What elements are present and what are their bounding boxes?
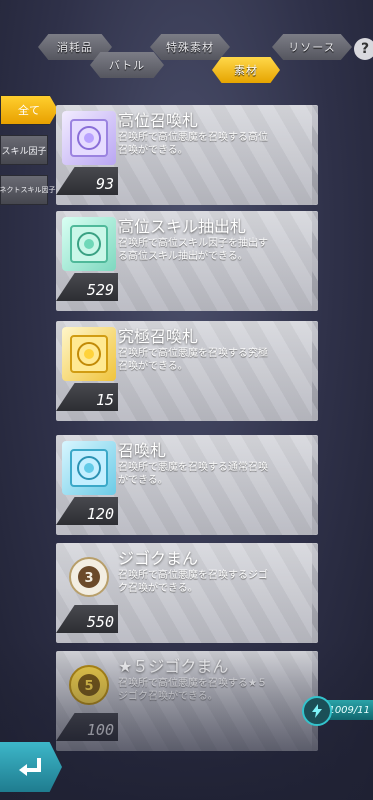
item-count-badge: 550	[56, 605, 118, 633]
item-description: 召喚所で高位悪魔を召喚する★５ジゴク召喚ができる。	[118, 678, 267, 702]
item-description: 召喚所で高位悪魔を召喚する究極召喚ができる。	[118, 348, 268, 372]
skill-extract-card-green-icon	[62, 217, 116, 271]
tab-resources[interactable]: リソース	[272, 34, 352, 60]
item-card[interactable]: 93 高位召喚札 召喚所で高位悪魔を召喚する高位召喚ができる。	[56, 105, 318, 205]
item-description: 召喚所で高位悪魔を召喚する高位召喚ができる。	[118, 132, 268, 156]
inventory-capacity: 1009/11	[302, 696, 373, 726]
back-button[interactable]	[0, 742, 62, 792]
item-card[interactable]: 3 550 ジゴクまん 召喚所で高位悪魔を召喚するジゴク召喚ができる。	[56, 543, 318, 643]
tab-battle[interactable]: バトル	[90, 52, 164, 78]
item-description: 召喚所で高位悪魔を召喚するジゴク召喚ができる。	[118, 570, 268, 594]
svg-text:3: 3	[84, 571, 93, 586]
item-name: 究極召喚札	[118, 327, 199, 346]
jigoku-bun-icon: 3	[62, 549, 116, 603]
item-card[interactable]: 120 召喚札 召喚所で悪魔を召喚する通常召喚ができる。	[56, 435, 318, 535]
item-name: ジゴクまん	[118, 549, 199, 568]
item-name: 高位スキル抽出札	[118, 217, 247, 236]
summon-card-blue-icon	[62, 441, 116, 495]
item-list: 93 高位召喚札 召喚所で高位悪魔を召喚する高位召喚ができる。 529 高位スキ…	[0, 95, 373, 800]
item-count-badge: 120	[56, 497, 118, 525]
item-card[interactable]: 5 100 ★５ジゴクまん 召喚所で高位悪魔を召喚する★５ジゴク召喚ができる。	[56, 651, 318, 751]
summon-card-gold-icon	[62, 327, 116, 381]
summon-card-purple-icon	[62, 111, 116, 165]
jigoku-bun-gold-icon: 5	[62, 657, 116, 711]
return-arrow-icon	[19, 758, 41, 776]
item-count-badge: 529	[56, 273, 118, 301]
item-count-badge: 93	[56, 167, 118, 195]
svg-text:5: 5	[84, 679, 93, 694]
help-button[interactable]: ?	[354, 38, 373, 60]
item-description: 召喚所で悪魔を召喚する通常召喚ができる。	[118, 462, 268, 486]
item-count-badge: 100	[56, 713, 118, 741]
item-card[interactable]: 15 究極召喚札 召喚所で高位悪魔を召喚する究極召喚ができる。	[56, 321, 318, 421]
tab-special-materials[interactable]: 特殊素材	[150, 34, 230, 60]
tab-materials[interactable]: 素材	[212, 57, 280, 83]
lightning-icon	[302, 696, 332, 726]
item-name: 高位召喚札	[118, 111, 199, 130]
item-count-badge: 15	[56, 383, 118, 411]
item-card[interactable]: 529 高位スキル抽出札 召喚所で高位スキル因子を抽出する高位スキル抽出ができる…	[56, 211, 318, 311]
item-name: ★５ジゴクまん	[118, 657, 229, 676]
top-tab-bar: 消耗品 バトル 特殊素材 素材 リソース ?	[0, 0, 373, 95]
item-description: 召喚所で高位スキル因子を抽出する高位スキル抽出ができる。	[118, 238, 268, 262]
item-name: 召喚札	[118, 441, 167, 460]
